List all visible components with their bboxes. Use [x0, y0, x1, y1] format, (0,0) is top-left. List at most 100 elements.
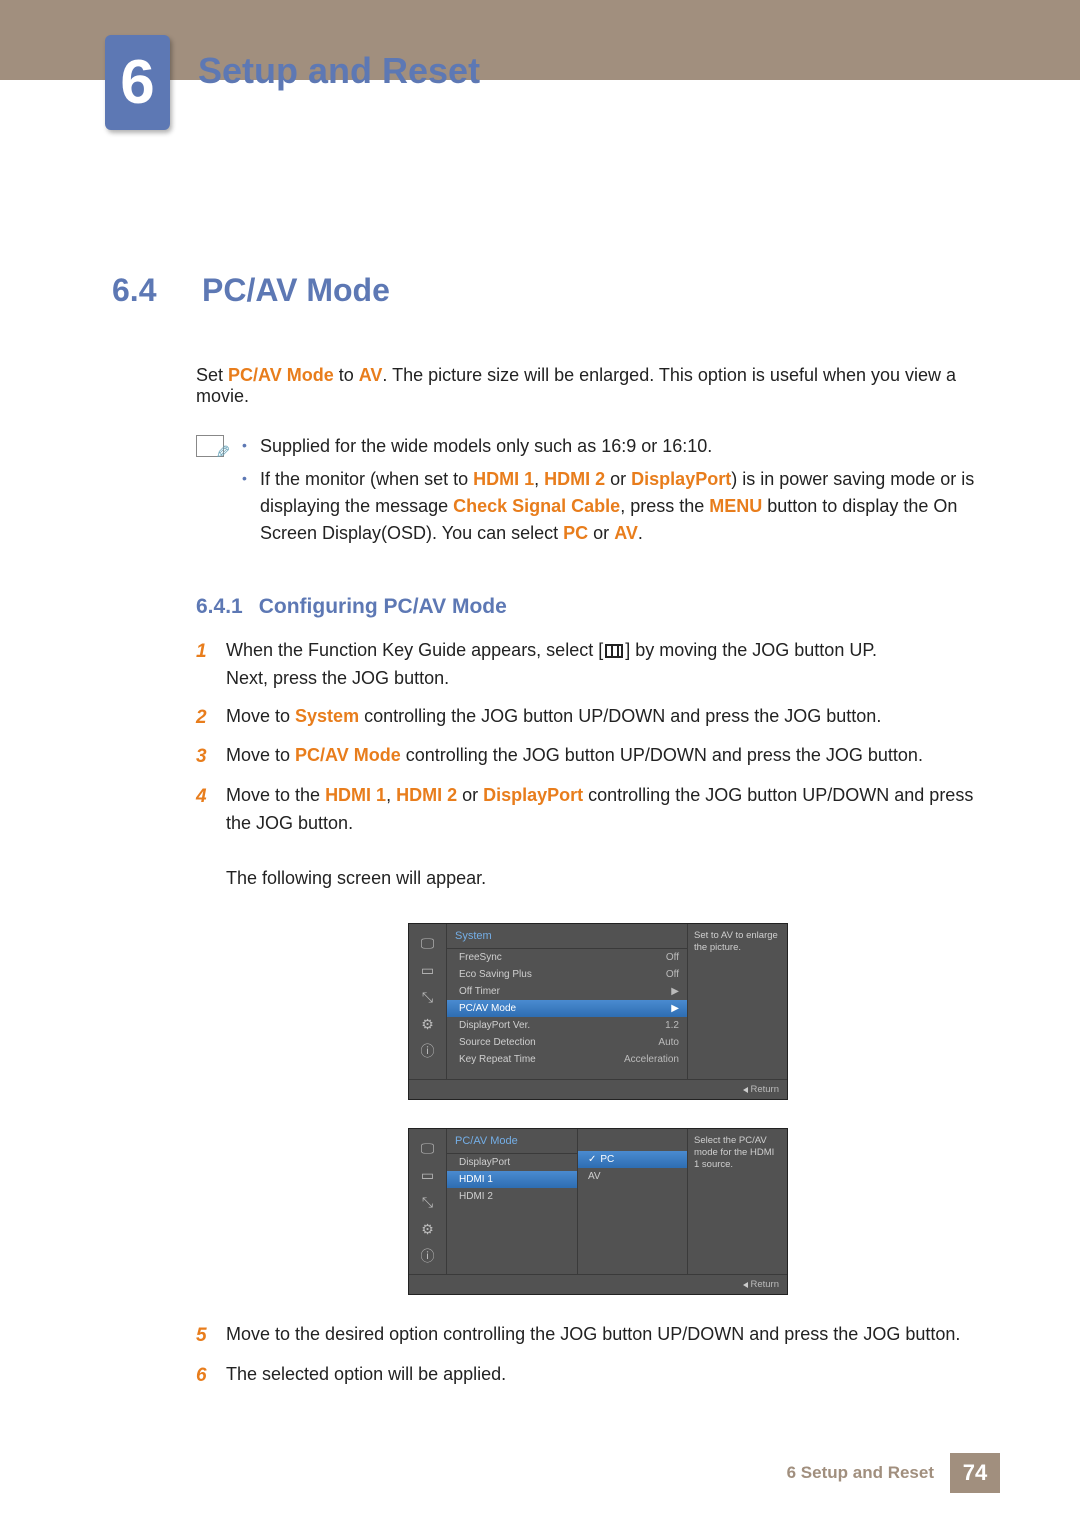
- text: , press the: [620, 496, 709, 516]
- osd-help-text: Set to AV to enlarge the picture.: [687, 924, 787, 1079]
- return-icon: [743, 1087, 748, 1093]
- osd-row-label: Off Timer: [459, 986, 500, 997]
- section-heading: 6.4 PC/AV Mode: [112, 272, 1000, 309]
- osd-sidebar: 🖵 ▭ ⤡ ⚙ ⓘ: [409, 1129, 447, 1274]
- osd-row-label: DisplayPort Ver.: [459, 1020, 530, 1031]
- keyword-pcavmode: PC/AV Mode: [295, 745, 401, 765]
- step-6: 6 The selected option will be applied.: [196, 1361, 1000, 1390]
- info-icon: ⓘ: [418, 1042, 438, 1060]
- text: If the monitor (when set to: [260, 469, 473, 489]
- text: ,: [534, 469, 544, 489]
- step-text: When the Function Key Guide appears, sel…: [226, 637, 877, 693]
- footer-label: 6 Setup and Reset: [771, 1453, 950, 1493]
- monitor-icon: 🖵: [418, 1139, 438, 1157]
- step-number: 4: [196, 782, 212, 894]
- subsection-title: Configuring PC/AV Mode: [259, 595, 507, 619]
- osd-row-value: ▶: [671, 1003, 679, 1014]
- note-item: If the monitor (when set to HDMI 1, HDMI…: [242, 466, 1000, 547]
- osd-row-value: Auto: [658, 1037, 679, 1048]
- keyword-pcavmode: PC/AV Mode: [228, 365, 334, 385]
- picture-icon: ▭: [418, 961, 438, 979]
- section-title: PC/AV Mode: [202, 272, 390, 309]
- step-number: 6: [196, 1361, 212, 1390]
- resize-icon: ⤡: [418, 988, 438, 1006]
- osd-row-value: ▶: [671, 986, 679, 997]
- text: Move to the: [226, 785, 325, 805]
- text: to: [334, 365, 359, 385]
- page-number: 74: [950, 1453, 1000, 1493]
- text: controlling the JOG button UP/DOWN and p…: [359, 706, 881, 726]
- step-4: 4 Move to the HDMI 1, HDMI 2 or DisplayP…: [196, 782, 1000, 894]
- text: controlling the JOG button UP/DOWN and p…: [401, 745, 923, 765]
- note-block: Supplied for the wide models only such a…: [196, 433, 1000, 553]
- osd-sidebar: 🖵 ▭ ⤡ ⚙ ⓘ: [409, 924, 447, 1079]
- keyword-displayport: DisplayPort: [631, 469, 731, 489]
- keyword-hdmi1: HDMI 1: [325, 785, 386, 805]
- check-icon: ✓: [588, 1154, 596, 1165]
- monitor-icon: 🖵: [418, 934, 438, 952]
- return-icon: [743, 1282, 748, 1288]
- picture-icon: ▭: [418, 1166, 438, 1184]
- info-icon: ⓘ: [418, 1247, 438, 1265]
- gear-icon: ⚙: [418, 1015, 438, 1033]
- osd-row-label: Key Repeat Time: [459, 1054, 536, 1065]
- osd-source-item: HDMI 2: [447, 1188, 577, 1205]
- osd-row: Off Timer ▶: [447, 983, 687, 1000]
- keyword-menu: MENU: [709, 496, 762, 516]
- steps-continued: 5 Move to the desired option controlling…: [196, 1321, 1000, 1390]
- chapter-title: Setup and Reset: [198, 50, 480, 92]
- osd-system-panel: 🖵 ▭ ⤡ ⚙ ⓘ System FreeSync Off Eco Saving P…: [408, 923, 788, 1100]
- osd-source-list: PC/AV Mode DisplayPortHDMI 1HDMI 2: [447, 1129, 577, 1274]
- osd-row-value: Acceleration: [624, 1054, 679, 1065]
- menu-icon: [605, 644, 623, 658]
- osd-title: PC/AV Mode: [447, 1129, 577, 1154]
- chapter-number: 6: [120, 47, 154, 118]
- resize-icon: ⤡: [418, 1193, 438, 1211]
- intro-text: Set PC/AV Mode to AV. The picture size w…: [196, 365, 1000, 407]
- osd-row: Key Repeat Time Acceleration: [447, 1051, 687, 1068]
- osd-help-text: Select the PC/AV mode for the HDMI 1 sou…: [687, 1129, 787, 1274]
- step-text: Move to the desired option controlling t…: [226, 1321, 960, 1350]
- gear-icon: ⚙: [418, 1220, 438, 1238]
- keyword-hdmi2: HDMI 2: [544, 469, 605, 489]
- return-label: Return: [750, 1279, 779, 1290]
- steps-list: 1 When the Function Key Guide appears, s…: [196, 637, 1000, 893]
- step-text: The selected option will be applied.: [226, 1361, 506, 1390]
- keyword-checksignal: Check Signal Cable: [453, 496, 620, 516]
- note-list: Supplied for the wide models only such a…: [242, 433, 1000, 553]
- keyword-hdmi1: HDMI 1: [473, 469, 534, 489]
- osd-row: Source DetectionAuto: [447, 1034, 687, 1051]
- osd-menu: System FreeSyncOffEco Saving PlusOffOff …: [447, 924, 687, 1079]
- text: Next, press the JOG button.: [226, 668, 449, 688]
- osd-row-value: 1.2: [665, 1020, 679, 1031]
- note-item: Supplied for the wide models only such a…: [242, 433, 1000, 460]
- text: or: [588, 523, 614, 543]
- osd-row-label: Eco Saving Plus: [459, 969, 532, 980]
- osd-row: PC/AV Mode ▶: [447, 1000, 687, 1017]
- note-icon: [196, 435, 224, 457]
- text: Move to: [226, 706, 295, 726]
- osd-area: 🖵 ▭ ⤡ ⚙ ⓘ System FreeSync Off Eco Saving P…: [196, 923, 1000, 1295]
- osd-title: System: [447, 924, 687, 949]
- osd-option: AV: [578, 1168, 687, 1185]
- chapter-box: 6: [105, 35, 170, 130]
- osd-row: Eco Saving PlusOff: [447, 966, 687, 983]
- content: 6.4 PC/AV Mode Set PC/AV Mode to AV. The…: [0, 80, 1080, 1390]
- step-number: 3: [196, 742, 212, 771]
- subsection-heading: 6.4.1 Configuring PC/AV Mode: [196, 595, 1000, 619]
- keyword-av: AV: [359, 365, 383, 385]
- step-3: 3 Move to PC/AV Mode controlling the JOG…: [196, 742, 1000, 771]
- step-5: 5 Move to the desired option controlling…: [196, 1321, 1000, 1350]
- osd-row-label: FreeSync: [459, 952, 502, 963]
- keyword-hdmi2: HDMI 2: [396, 785, 457, 805]
- step-text: Move to the HDMI 1, HDMI 2 or DisplayPor…: [226, 782, 1000, 894]
- osd-row-label: PC/AV Mode: [459, 1003, 516, 1014]
- subsection-number: 6.4.1: [196, 595, 243, 619]
- step-text: Move to PC/AV Mode controlling the JOG b…: [226, 742, 923, 771]
- osd-row-value: Off: [666, 952, 679, 963]
- step-1: 1 When the Function Key Guide appears, s…: [196, 637, 1000, 693]
- osd-source-item: HDMI 1: [447, 1171, 577, 1188]
- osd-option-list: ✓PCAV: [577, 1129, 687, 1274]
- osd-option: ✓PC: [578, 1151, 687, 1168]
- text: When the Function Key Guide appears, sel…: [226, 640, 603, 660]
